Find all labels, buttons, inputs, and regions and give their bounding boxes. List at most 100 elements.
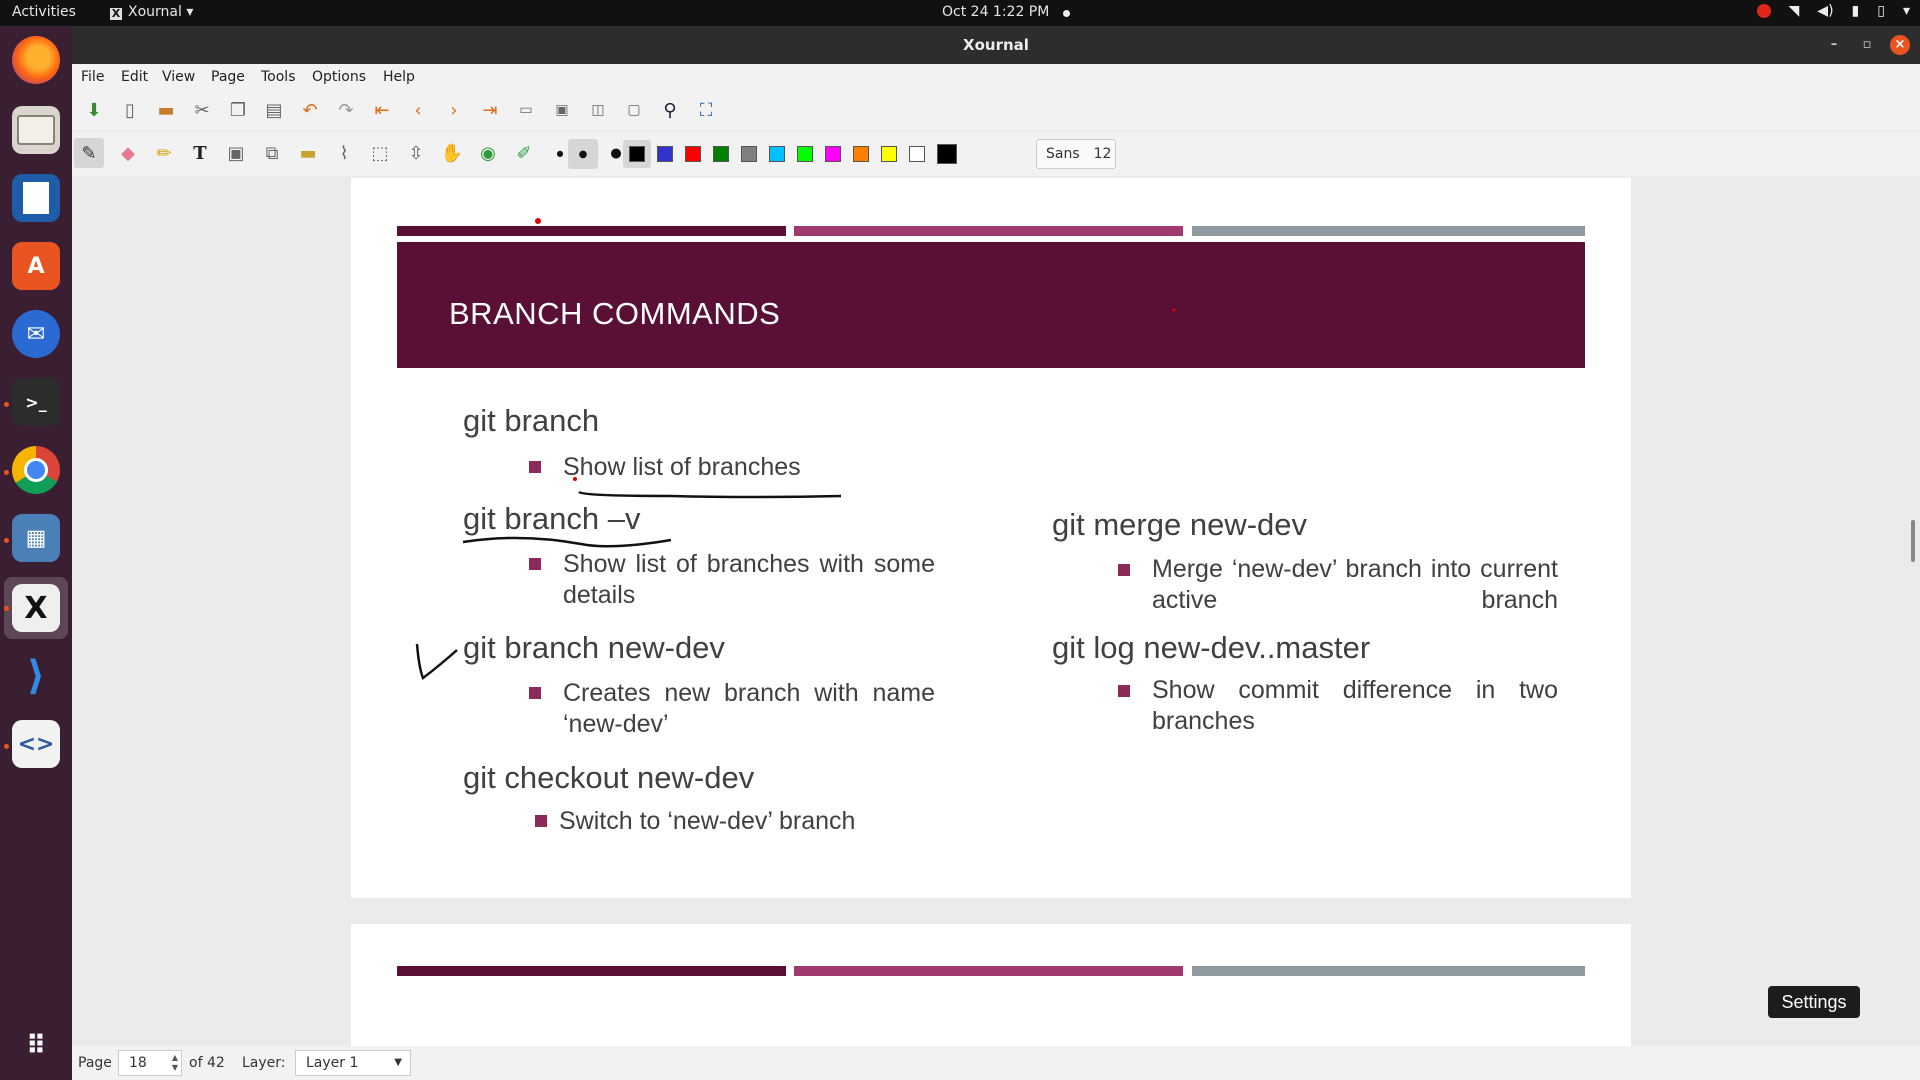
cut-icon[interactable]: ✂ — [190, 98, 214, 122]
color-swatch-orange[interactable] — [853, 146, 869, 162]
redo-icon[interactable]: ↷ — [334, 98, 358, 122]
save-icon[interactable]: ⬇ — [82, 98, 106, 122]
running-indicator — [4, 744, 9, 749]
open-folder-icon[interactable]: ▬ — [154, 98, 178, 122]
menu-help[interactable]: Help — [383, 69, 415, 85]
color-swatch-white[interactable] — [909, 146, 925, 162]
copy-icon[interactable]: ❐ — [226, 98, 250, 122]
running-indicator — [4, 402, 9, 407]
zoom-in-icon[interactable]: ◫ — [586, 98, 610, 122]
zoom-fit-icon[interactable]: ▣ — [550, 98, 574, 122]
color-swatch-light-green[interactable] — [797, 146, 813, 162]
new-document-icon[interactable]: ▯ — [118, 98, 142, 122]
menu-edit[interactable]: Edit — [121, 69, 148, 85]
page-19[interactable] — [351, 924, 1631, 1046]
previous-page-icon[interactable]: ‹ — [406, 98, 430, 122]
eraser-tool-icon[interactable]: ◆ — [116, 141, 140, 165]
document-canvas[interactable]: BRANCH COMMANDS git branch Show list of … — [72, 176, 1920, 1046]
firefox-icon[interactable] — [12, 36, 60, 84]
files-icon[interactable] — [12, 106, 60, 154]
color-swatch-yellow[interactable] — [881, 146, 897, 162]
layer-value: Layer 1 — [306, 1055, 359, 1071]
pen-tool-icon[interactable]: ✎ — [74, 138, 104, 168]
highlighter-tool-icon[interactable]: ✏ — [152, 141, 176, 165]
menu-file[interactable]: File — [81, 69, 104, 85]
slide-top-bar-dark — [397, 966, 786, 976]
ruler-icon[interactable]: ▬ — [296, 141, 320, 165]
running-indicator — [4, 470, 9, 475]
menu-page[interactable]: Page — [211, 69, 245, 85]
page-number-value: 18 — [129, 1055, 147, 1071]
medium-line-icon[interactable]: ● — [568, 139, 598, 169]
code-editor-icon[interactable]: <> — [12, 720, 60, 768]
xournal-icon[interactable]: X — [12, 584, 60, 632]
color-swatch-green[interactable] — [713, 146, 729, 162]
thunderbird-icon[interactable]: ✉ — [12, 310, 60, 358]
running-indicator — [4, 606, 9, 611]
menu-view[interactable]: View — [162, 69, 195, 85]
first-page-icon[interactable]: ⇤ — [370, 98, 394, 122]
clock[interactable]: Oct 24 1:22 PM — [942, 4, 1049, 20]
menu-options[interactable]: Options — [312, 69, 366, 85]
chevron-down-icon[interactable]: ▾ — [1903, 3, 1910, 19]
menu-tools[interactable]: Tools — [261, 69, 296, 85]
activities-button[interactable]: Activities — [12, 4, 76, 20]
page-18[interactable]: BRANCH COMMANDS git branch Show list of … — [351, 178, 1631, 898]
software-center-icon[interactable]: A — [12, 242, 60, 290]
zoom-out-icon[interactable]: ▭ — [514, 98, 538, 122]
show-apps-grid-icon[interactable]: ⠿ — [12, 1022, 60, 1070]
recording-icon[interactable] — [1756, 4, 1771, 18]
color-swatch-gray[interactable] — [741, 146, 757, 162]
xournal-icon: X — [110, 7, 122, 20]
status-bar: Page 18 ▲ ▼ of 42 Layer: Layer 1 ▼ — [72, 1046, 1920, 1080]
app-menu[interactable]: X Xournal ▾ — [110, 4, 193, 20]
lasso-select-icon[interactable]: ⌇ — [332, 141, 356, 165]
terminal-icon[interactable]: >_ — [12, 378, 60, 426]
default-pen-icon[interactable]: ✐ — [512, 141, 536, 165]
maximize-button[interactable]: ▫ — [1857, 35, 1877, 55]
rect-select-icon[interactable]: ⬚ — [368, 141, 392, 165]
ink-annotations — [415, 218, 1176, 680]
color-picker-button[interactable] — [937, 144, 957, 164]
zoom-normal-icon[interactable]: ▢ — [622, 98, 646, 122]
layer-dropdown[interactable]: Layer 1 ▼ — [295, 1050, 411, 1076]
main-toolbar: ⬇ ▯ ▬ ✂ ❐ ▤ ↶ ↷ ⇤ ‹ › ⇥ ▭ ▣ ◫ ▢ ⚲ ⛶ — [72, 90, 1920, 130]
fullscreen-icon[interactable]: ⛶ — [694, 98, 718, 122]
notification-dot-icon — [1063, 10, 1070, 17]
color-swatch-light-blue[interactable] — [769, 146, 785, 162]
search-icon[interactable]: ⚲ — [658, 98, 682, 122]
close-button[interactable]: × — [1890, 35, 1910, 55]
image-tool-icon[interactable]: ▣ — [224, 141, 248, 165]
hand-tool-icon[interactable]: ✋ — [440, 141, 464, 165]
next-page-icon[interactable]: › — [442, 98, 466, 122]
color-swatch-black[interactable] — [629, 146, 645, 162]
font-selector-button[interactable]: Sans 12 — [1036, 139, 1116, 169]
color-swatch-red[interactable] — [685, 146, 701, 162]
font-name: Sans — [1046, 146, 1080, 162]
vertical-space-icon[interactable]: ⇳ — [404, 141, 428, 165]
font-size: 12 — [1093, 146, 1112, 162]
system-tray[interactable]: ◥ ◀) ▮ ▯ ▾ — [1756, 3, 1910, 19]
battery-icon: ▯ — [1877, 3, 1885, 19]
libreoffice-writer-icon[interactable] — [12, 174, 60, 222]
color-swatch-blue[interactable] — [657, 146, 673, 162]
vscode-icon[interactable]: ⟩ — [12, 652, 60, 700]
default-tool-icon[interactable]: ◉ — [476, 141, 500, 165]
system-top-bar: Activities X Xournal ▾ Oct 24 1:22 PM ◥ ◀… — [0, 0, 1920, 26]
vertical-scrollbar[interactable] — [1911, 520, 1915, 562]
window-title: Xournal — [963, 36, 1029, 54]
minimize-button[interactable]: – — [1824, 35, 1844, 55]
paste-icon[interactable]: ▤ — [262, 98, 286, 122]
shape-recognizer-icon[interactable]: ⧉ — [260, 141, 284, 165]
last-page-icon[interactable]: ⇥ — [478, 98, 502, 122]
microphone-icon: ▮ — [1851, 3, 1860, 19]
ink-checkmark — [415, 643, 458, 680]
chrome-icon[interactable] — [12, 446, 60, 494]
image-viewer-icon[interactable]: ▦ — [12, 514, 60, 562]
text-tool-icon[interactable]: T — [188, 141, 212, 165]
color-swatch-magenta[interactable] — [825, 146, 841, 162]
spin-arrows-icon[interactable]: ▲ ▼ — [172, 1053, 178, 1073]
page-number-input[interactable]: 18 ▲ ▼ — [118, 1050, 182, 1076]
slide-top-bar-gray — [1192, 966, 1585, 976]
undo-icon[interactable]: ↶ — [298, 98, 322, 122]
